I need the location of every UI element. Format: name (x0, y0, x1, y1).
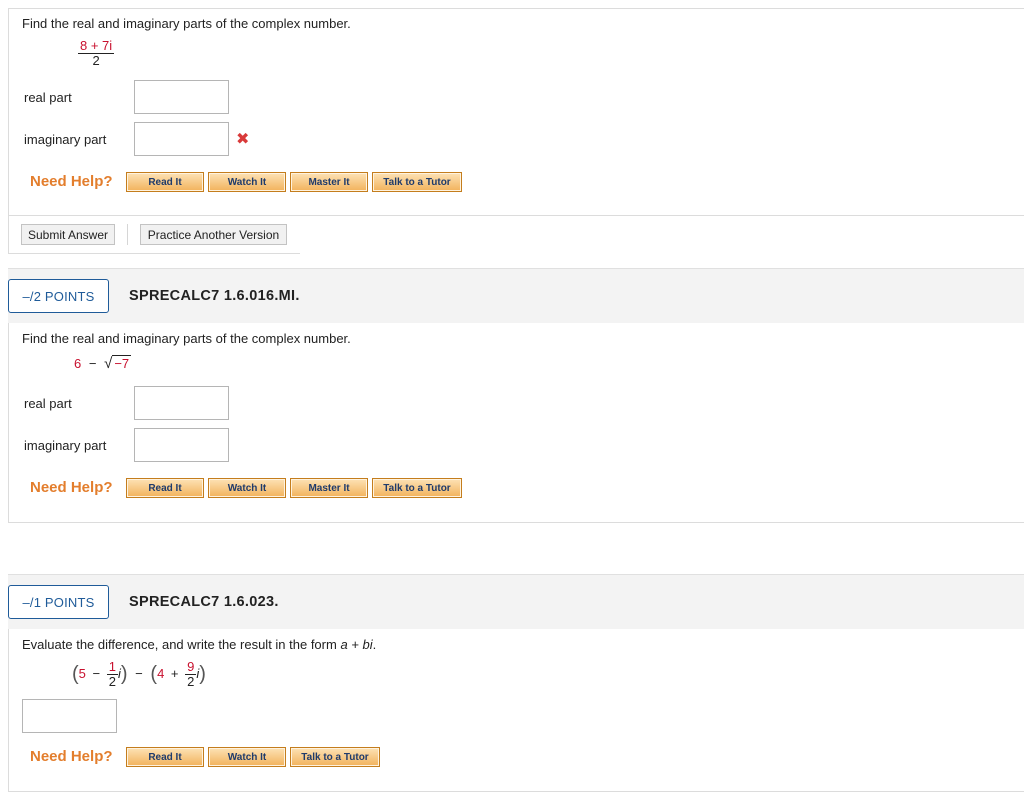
q2-imag-field[interactable] (135, 429, 228, 461)
q3-prompt-end: . (372, 637, 377, 652)
q2-real-input[interactable] (134, 386, 229, 420)
q3-prompt-text: Evaluate the difference, and write the r… (22, 637, 341, 652)
q1-imag-field[interactable] (135, 123, 228, 155)
q3-answer-field[interactable] (23, 700, 116, 732)
q3-fraction-1: 12 (106, 659, 118, 689)
q1-real-label: real part (24, 90, 72, 105)
q3-expression: (5 − 1 2 i) − (4 + 9 2 i) (72, 660, 206, 689)
q1-prompt: Find the real and imaginary parts of the… (22, 16, 351, 31)
question-3-panel (8, 629, 1024, 792)
submit-answer-button[interactable]: Submit Answer (21, 224, 115, 245)
q3-minus-2: − (135, 665, 143, 681)
button-divider (127, 224, 128, 245)
q3-fraction-2: 92 (185, 659, 197, 689)
q1-denominator: 2 (92, 53, 100, 68)
q2-master-it-button[interactable]: Master It (290, 478, 368, 498)
q3-frac2-den: 2 (187, 674, 195, 689)
q2-read-it-button[interactable]: Read It (126, 478, 204, 498)
q1-imag-input[interactable] (134, 122, 229, 156)
q3-prompt: Evaluate the difference, and write the r… (22, 637, 376, 652)
q2-talk-to-tutor-button[interactable]: Talk to a Tutor (372, 478, 462, 498)
q3-need-help-label: Need Help? (30, 748, 113, 765)
left-paren-icon: ( (72, 663, 79, 685)
right-paren-icon: ) (199, 663, 206, 685)
q3-points-badge: –/1 POINTS (8, 585, 109, 619)
q3-minus-1: − (92, 665, 101, 681)
q2-watch-it-button[interactable]: Watch It (208, 478, 286, 498)
q2-radicand: −7 (112, 355, 132, 371)
q3-talk-to-tutor-button[interactable]: Talk to a Tutor (290, 747, 380, 767)
q3-frac2-num: 9 (185, 659, 197, 675)
q2-prompt: Find the real and imaginary parts of the… (22, 331, 351, 346)
q3-frac1-den: 2 (108, 674, 116, 689)
q3-prompt-form: a + bi (340, 637, 373, 652)
q2-need-help-label: Need Help? (30, 479, 113, 496)
q3-term-b: 4 (157, 665, 165, 681)
q3-plus: + (170, 665, 179, 681)
q1-expression: 8 + 7i 2 (78, 38, 115, 68)
q3-term-a: 5 (78, 665, 86, 681)
q1-talk-to-tutor-button[interactable]: Talk to a Tutor (372, 172, 462, 192)
q1-imag-label: imaginary part (24, 132, 107, 147)
q2-expression: 6 − √ −7 (74, 355, 132, 372)
q3-frac1-num: 1 (106, 659, 118, 675)
q2-operator: − (88, 356, 97, 371)
q2-real-term: 6 (74, 356, 82, 371)
q1-real-field[interactable] (135, 81, 228, 113)
q3-answer-input[interactable] (22, 699, 117, 733)
q3-header: –/1 POINTS SPRECALC7 1.6.023. (8, 574, 1024, 630)
q2-imag-label: imaginary part (24, 438, 107, 453)
q3-read-it-button[interactable]: Read It (126, 747, 204, 767)
practice-another-version-button[interactable]: Practice Another Version (140, 224, 287, 245)
q1-numerator: 8 + 7i (78, 38, 115, 54)
q2-points-badge: –/2 POINTS (8, 279, 109, 313)
q1-real-input[interactable] (134, 80, 229, 114)
q2-header: –/2 POINTS SPRECALC7 1.6.016.MI. (8, 268, 1024, 324)
q1-master-it-button[interactable]: Master It (290, 172, 368, 192)
incorrect-x-icon: ✖ (236, 131, 250, 148)
right-paren-icon: ) (120, 663, 128, 685)
q2-real-label: real part (24, 396, 72, 411)
q2-question-code: SPRECALC7 1.6.016.MI. (129, 288, 300, 304)
q1-read-it-button[interactable]: Read It (126, 172, 204, 192)
q1-fraction: 8 + 7i 2 (78, 38, 115, 68)
q3-watch-it-button[interactable]: Watch It (208, 747, 286, 767)
q1-need-help-label: Need Help? (30, 173, 113, 190)
q1-watch-it-button[interactable]: Watch It (208, 172, 286, 192)
q2-imag-input[interactable] (134, 428, 229, 462)
q3-question-code: SPRECALC7 1.6.023. (129, 594, 279, 610)
q2-real-field[interactable] (135, 387, 228, 419)
